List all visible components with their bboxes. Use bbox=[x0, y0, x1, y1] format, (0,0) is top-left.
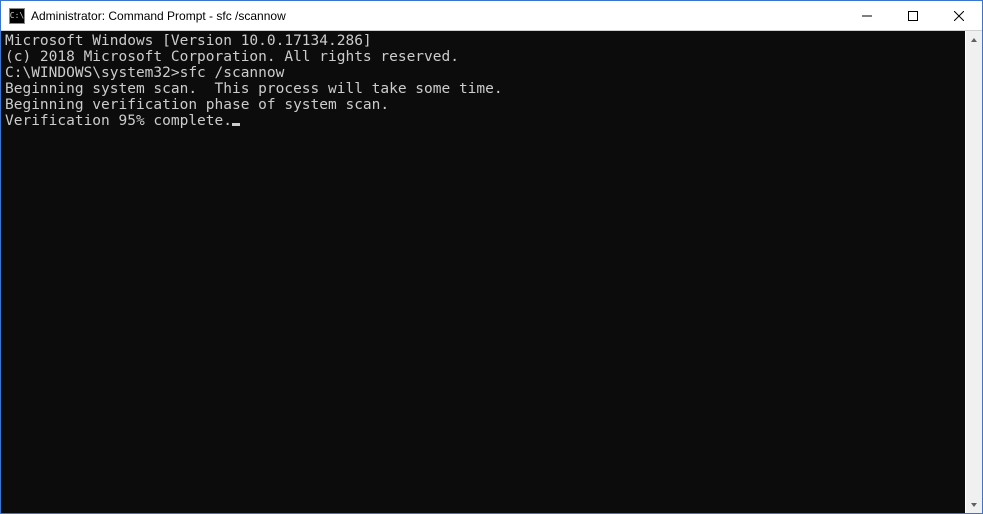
chevron-up-icon bbox=[970, 36, 978, 44]
titlebar[interactable]: C:\ Administrator: Command Prompt - sfc … bbox=[1, 1, 982, 31]
scroll-up-button[interactable] bbox=[966, 31, 982, 48]
terminal-line: Verification 95% complete. bbox=[5, 113, 961, 129]
scroll-down-button[interactable] bbox=[966, 496, 982, 513]
terminal-line: Beginning system scan. This process will… bbox=[5, 81, 961, 97]
chevron-down-icon bbox=[970, 501, 978, 509]
command-prompt-icon: C:\ bbox=[9, 8, 25, 24]
maximize-button[interactable] bbox=[890, 1, 936, 30]
terminal-text: Verification 95% complete. bbox=[5, 113, 232, 129]
command-prompt-window: C:\ Administrator: Command Prompt - sfc … bbox=[0, 0, 983, 514]
minimize-button[interactable] bbox=[844, 1, 890, 30]
terminal-prompt-line: C:\WINDOWS\system32>sfc /scannow bbox=[5, 65, 961, 81]
titlebar-controls bbox=[844, 1, 982, 30]
window-title: Administrator: Command Prompt - sfc /sca… bbox=[31, 9, 286, 23]
terminal-line: Microsoft Windows [Version 10.0.17134.28… bbox=[5, 33, 961, 49]
vertical-scrollbar[interactable] bbox=[965, 31, 982, 513]
terminal-line: (c) 2018 Microsoft Corporation. All righ… bbox=[5, 49, 961, 65]
close-icon bbox=[954, 11, 964, 21]
titlebar-left: C:\ Administrator: Command Prompt - sfc … bbox=[1, 8, 844, 24]
close-button[interactable] bbox=[936, 1, 982, 30]
minimize-icon bbox=[862, 11, 872, 21]
maximize-icon bbox=[908, 11, 918, 21]
terminal-output[interactable]: Microsoft Windows [Version 10.0.17134.28… bbox=[1, 31, 965, 513]
content-area: Microsoft Windows [Version 10.0.17134.28… bbox=[1, 31, 982, 513]
terminal-line: Beginning verification phase of system s… bbox=[5, 97, 961, 113]
scroll-track[interactable] bbox=[966, 48, 982, 496]
cursor bbox=[232, 123, 240, 126]
